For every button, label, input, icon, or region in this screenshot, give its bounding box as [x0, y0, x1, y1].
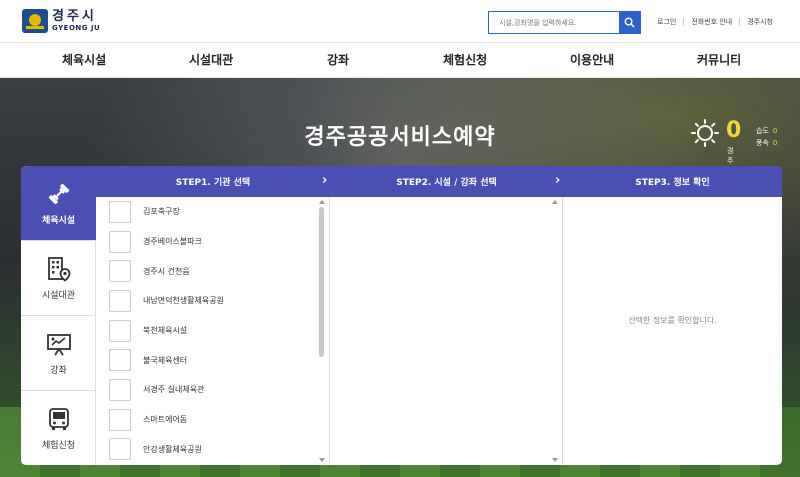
gyeongju-logo[interactable]: 경주시 GYEONG JU [22, 9, 100, 33]
reservation-panel: 체육시설 시설대관 강좌 체험신청 STEP1. 기관 선택 › STEP2. … [21, 166, 782, 465]
sun-icon [691, 119, 719, 147]
agency-list-scrollbar[interactable] [318, 197, 327, 465]
wind-value: 0 [772, 139, 778, 147]
search-box [488, 11, 641, 34]
list-item[interactable]: 안강생활체육공원 [96, 435, 318, 465]
agency-name: 김포축구장 [143, 207, 180, 217]
chevron-right-icon: › [555, 173, 561, 188]
agency-name: 불국체육센터 [143, 355, 188, 365]
phone-directory-link[interactable]: 전화번호 안내 [691, 17, 732, 27]
top-header: 경주시 GYEONG JU 로그인 전화번호 안내 경주시청 [0, 0, 800, 42]
checkbox[interactable] [109, 319, 131, 342]
step2-title: STEP2. 시설 / 강좌 선택 [396, 178, 497, 188]
agency-name: 서경주 실내체육관 [143, 385, 205, 395]
sidebar-item-label: 체육시설 [41, 215, 76, 226]
checkbox[interactable] [109, 289, 131, 312]
logo-subtext: GYEONG JU [52, 24, 101, 32]
facility-course-panel [330, 197, 563, 465]
bus-icon [48, 407, 69, 430]
list-item[interactable]: 김포축구장 [96, 197, 318, 227]
login-link[interactable]: 로그인 [657, 17, 676, 27]
facility-list-scrollbar[interactable] [551, 197, 560, 465]
sidebar-item-course[interactable]: 강좌 [21, 316, 96, 391]
checkbox[interactable] [109, 438, 131, 461]
agency-name: 내남면덕천생활체육공원 [143, 296, 224, 306]
checkbox[interactable] [109, 408, 131, 431]
logo-text: 경주시 [52, 9, 97, 24]
city-hall-link[interactable]: 경주시청 [747, 17, 773, 27]
humidity-label: 습도 [756, 127, 769, 135]
building-location-icon [47, 256, 70, 282]
dumbbell-icon [48, 183, 69, 204]
divider [683, 18, 685, 26]
agency-name: 스마트에어돔 [143, 415, 188, 425]
list-item[interactable]: 내남면덕천생활체육공원 [96, 286, 318, 316]
weather-stats: 습도 0 풍속 0 [756, 125, 777, 149]
checkbox[interactable] [109, 260, 131, 283]
list-item[interactable]: 불국체육센터 [96, 345, 318, 375]
info-confirm-panel: 선택한 정보를 확인합니다. [563, 197, 782, 465]
hero-banner: 경주공공서비스예약 0 경주 습도 0 풍속 0 체육시설 시설대관 강좌 체험… [0, 78, 800, 477]
scroll-down-arrow-icon[interactable] [319, 458, 325, 462]
search-button[interactable] [619, 12, 640, 33]
nav-item-usage-guide[interactable]: 이용안내 [570, 51, 614, 68]
wind-label: 풍속 [756, 139, 769, 147]
scroll-up-arrow-icon[interactable] [319, 200, 325, 204]
nav-item-experience[interactable]: 체험신청 [443, 51, 487, 68]
search-input[interactable] [489, 12, 619, 33]
weather-location: 경주 [727, 147, 734, 165]
list-item[interactable]: 북천체육시설 [96, 316, 318, 346]
nav-item-course[interactable]: 강좌 [327, 51, 349, 68]
category-sidebar: 체육시설 시설대관 강좌 체험신청 [21, 166, 96, 465]
nav-item-community[interactable]: 커뮤니티 [697, 51, 741, 68]
search-icon [624, 17, 635, 28]
list-item[interactable]: 스마트에어돔 [96, 405, 318, 435]
humidity-value: 0 [772, 127, 778, 135]
agency-list: 김포축구장 경주베이스볼파크 경주시 건천읍 내남면덕천생활체육공원 북천체육시… [96, 197, 318, 464]
checkbox[interactable] [109, 378, 131, 401]
list-item[interactable]: 경주시 건천읍 [96, 256, 318, 286]
main-nav: 체육시설 시설대관 강좌 체험신청 이용안내 커뮤니티 [0, 42, 800, 78]
sidebar-item-sports-facility[interactable]: 체육시설 [21, 166, 96, 241]
checkbox[interactable] [109, 200, 131, 223]
sidebar-item-label: 체험신청 [41, 440, 76, 451]
hero-title: 경주공공서비스예약 [304, 125, 496, 150]
confirm-info-message: 선택한 정보를 확인합니다. [628, 316, 717, 325]
nav-item-sports-facility[interactable]: 체육시설 [62, 51, 106, 68]
agency-name: 북천체육시설 [143, 326, 188, 336]
weather-temperature: 0 [726, 118, 742, 143]
sidebar-item-facility-rental[interactable]: 시설대관 [21, 241, 96, 316]
step3-title: STEP3. 정보 확인 [635, 178, 710, 188]
city-emblem-icon [22, 9, 48, 33]
sidebar-item-label: 시설대관 [41, 290, 76, 301]
scroll-down-arrow-icon[interactable] [552, 458, 558, 462]
chevron-right-icon: › [322, 173, 328, 188]
agency-name: 경주베이스볼파크 [143, 237, 202, 247]
scroll-thumb[interactable] [319, 207, 324, 357]
checkbox[interactable] [109, 230, 131, 253]
sidebar-item-label: 강좌 [50, 365, 67, 376]
divider [739, 18, 741, 26]
agency-name: 경주시 건천읍 [143, 266, 190, 276]
list-item[interactable]: 서경주 실내체육관 [96, 375, 318, 405]
sidebar-item-experience[interactable]: 체험신청 [21, 391, 96, 465]
nav-item-facility-rental[interactable]: 시설대관 [189, 51, 233, 68]
agency-list-panel: 김포축구장 경주베이스볼파크 경주시 건천읍 내남면덕천생활체육공원 북천체육시… [96, 197, 330, 465]
utility-links: 로그인 전화번호 안내 경주시청 [657, 17, 773, 27]
list-item[interactable]: 경주베이스볼파크 [96, 227, 318, 257]
step-header: STEP1. 기관 선택 › STEP2. 시설 / 강좌 선택 › STEP3… [96, 166, 782, 197]
agency-name: 안강생활체육공원 [143, 444, 202, 454]
step1-title: STEP1. 기관 선택 [175, 178, 251, 188]
checkbox[interactable] [109, 349, 131, 372]
scroll-up-arrow-icon[interactable] [552, 200, 558, 204]
presentation-board-icon [46, 333, 71, 355]
